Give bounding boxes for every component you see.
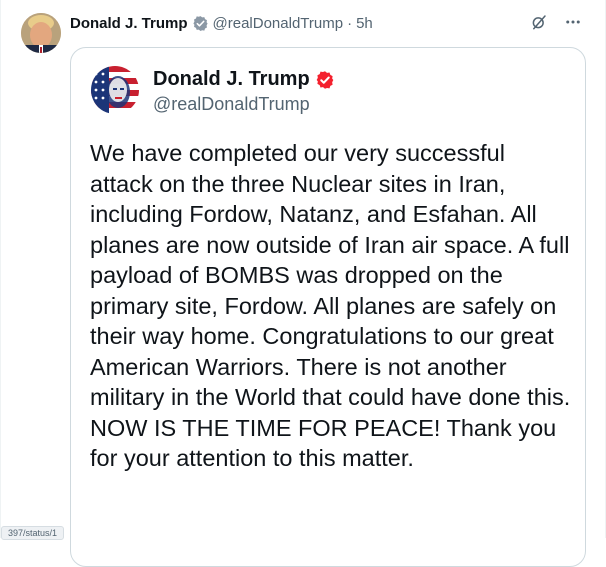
quoted-post-text: We have completed our very successful at…	[90, 140, 577, 471]
quoted-author-avatar-image	[91, 66, 139, 114]
quoted-author-handle[interactable]: @realDonaldTrump	[153, 94, 310, 115]
quoted-author-name[interactable]: Donald J. Trump	[153, 68, 310, 91]
author-handle[interactable]: @realDonaldTrump	[213, 15, 344, 32]
more-icon[interactable]	[563, 12, 583, 32]
post[interactable]: Donald J. Trump @realDonaldTrump · 5h Do…	[0, 0, 606, 567]
quoted-author-row: Donald J. Trump	[153, 68, 335, 91]
header-actions	[529, 12, 583, 32]
post-header: Donald J. Trump @realDonaldTrump · 5h	[70, 13, 373, 33]
verified-badge-icon	[315, 70, 335, 90]
author-name[interactable]: Donald J. Trump	[70, 15, 188, 32]
grok-icon[interactable]	[529, 12, 549, 32]
quoted-post[interactable]: Donald J. Trump @realDonaldTrump We have…	[70, 47, 586, 567]
quoted-author-avatar[interactable]	[91, 66, 139, 114]
author-avatar-image	[21, 13, 61, 53]
post-time[interactable]: 5h	[356, 15, 373, 32]
separator-dot: ·	[347, 14, 353, 32]
verified-badge-icon	[192, 15, 209, 32]
author-avatar[interactable]	[21, 13, 61, 53]
